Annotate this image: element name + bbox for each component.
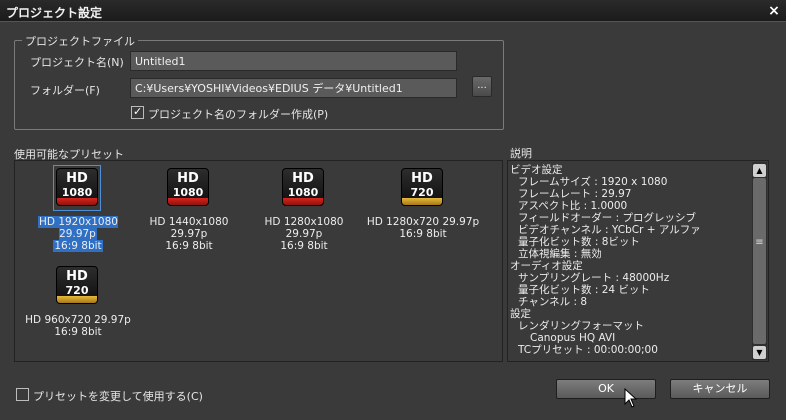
desc-line: チャンネル : 8 — [518, 296, 588, 308]
preset-format: 16:9 8bit — [54, 326, 102, 338]
preset-format: 16:9 8bit — [53, 240, 103, 252]
description-label: 説明 — [510, 147, 532, 160]
preset-label: HD 1280x720 29.97p — [366, 216, 480, 228]
preset-item-2[interactable]: HD 1080 HD 1280x1080 29.97p 16:9 8bit — [245, 163, 363, 252]
preset-label: HD 960x720 29.97p — [25, 314, 131, 326]
preset-list[interactable]: HD 1080 HD 1920x1080 29.97p 16:9 8bit HD 10… — [14, 160, 503, 362]
hd-720-icon: HD 720 — [398, 165, 446, 211]
desc-line: 量子化ビット数 : 24 ビット — [518, 284, 650, 296]
window-title: プロジェクト設定 — [6, 6, 103, 20]
preset-format: 16:9 8bit — [399, 228, 447, 240]
mouse-cursor-icon — [624, 388, 638, 408]
desc-line: サンプリングレート : 48000Hz — [518, 272, 670, 284]
desc-line: レンダリングフォーマット — [518, 320, 644, 332]
browse-folder-button[interactable]: ... — [472, 76, 492, 97]
desc-line: 量子化ビット数 : 8ビット — [518, 236, 640, 248]
preset-item-1[interactable]: HD 1080 HD 1440x1080 29.97p 16:9 8bit — [130, 163, 248, 252]
desc-line: アスペクト比 : 1.0000 — [518, 200, 628, 212]
create-folder-checkbox[interactable] — [131, 105, 144, 119]
preset-item-0[interactable]: HD 1080 HD 1920x1080 29.97p 16:9 8bit — [19, 163, 137, 252]
scroll-up-icon[interactable]: ▲ — [753, 164, 766, 177]
description-scrollbar[interactable]: ▲ ≡ ▼ — [752, 162, 767, 360]
desc-line: フィールドオーダー : プログレッシブ — [518, 212, 697, 224]
preset-format: 16:9 8bit — [280, 240, 328, 252]
scroll-down-icon[interactable]: ▼ — [753, 346, 766, 359]
project-name-input[interactable] — [130, 51, 457, 71]
title-bar: プロジェクト設定 × — [0, 0, 786, 22]
desc-line: オーディオ設定 — [510, 260, 583, 272]
project-file-legend: プロジェクトファイル — [22, 33, 138, 49]
desc-line: フレームレート : 29.97 — [518, 188, 632, 200]
preset-format: 16:9 8bit — [165, 240, 213, 252]
scroll-thumb[interactable]: ≡ — [753, 178, 766, 344]
hd-1080-icon: HD 1080 — [279, 165, 327, 211]
desc-line: ビデオ設定 — [510, 164, 563, 176]
cancel-button[interactable]: キャンセル — [670, 379, 770, 399]
desc-line: Canopus HQ AVI — [530, 332, 616, 344]
close-button[interactable]: × — [766, 3, 782, 19]
description-panel: ビデオ設定 フレームサイズ : 1920 x 1080 フレームレート : 29… — [507, 160, 769, 362]
desc-line: ビデオチャンネル : YCbCr + アルファ — [518, 224, 701, 236]
project-name-label: プロジェクト名(N) — [30, 56, 124, 69]
hd-720-icon: HD 720 — [53, 263, 101, 309]
desc-line: フレームサイズ : 1920 x 1080 — [518, 176, 668, 188]
modify-preset-checkbox[interactable] — [16, 388, 29, 401]
folder-path-input[interactable] — [130, 78, 457, 98]
modify-preset-label: プリセットを変更して使用する(C) — [33, 390, 203, 403]
hd-1080-icon: HD 1080 — [164, 165, 212, 211]
desc-line: 設定 — [510, 308, 531, 320]
folder-label: フォルダー(F) — [30, 84, 100, 97]
preset-label: HD 1280x1080 29.97p — [264, 216, 344, 240]
preset-item-3[interactable]: HD 720 HD 1280x720 29.97p 16:9 8bit — [364, 163, 482, 243]
desc-line: 立体視編集 : 無効 — [518, 248, 602, 260]
hd-1080-icon: HD 1080 — [53, 165, 101, 211]
create-folder-label: プロジェクト名のフォルダー作成(P) — [148, 108, 329, 121]
desc-line: TCプリセット : 00:00:00;00 — [518, 344, 658, 356]
preset-item-4[interactable]: HD 720 HD 960x720 29.97p 16:9 8bit — [19, 261, 137, 341]
preset-label: HD 1920x1080 29.97p — [38, 216, 118, 240]
preset-label: HD 1440x1080 29.97p — [149, 216, 229, 240]
ok-button[interactable]: OK — [556, 379, 656, 399]
